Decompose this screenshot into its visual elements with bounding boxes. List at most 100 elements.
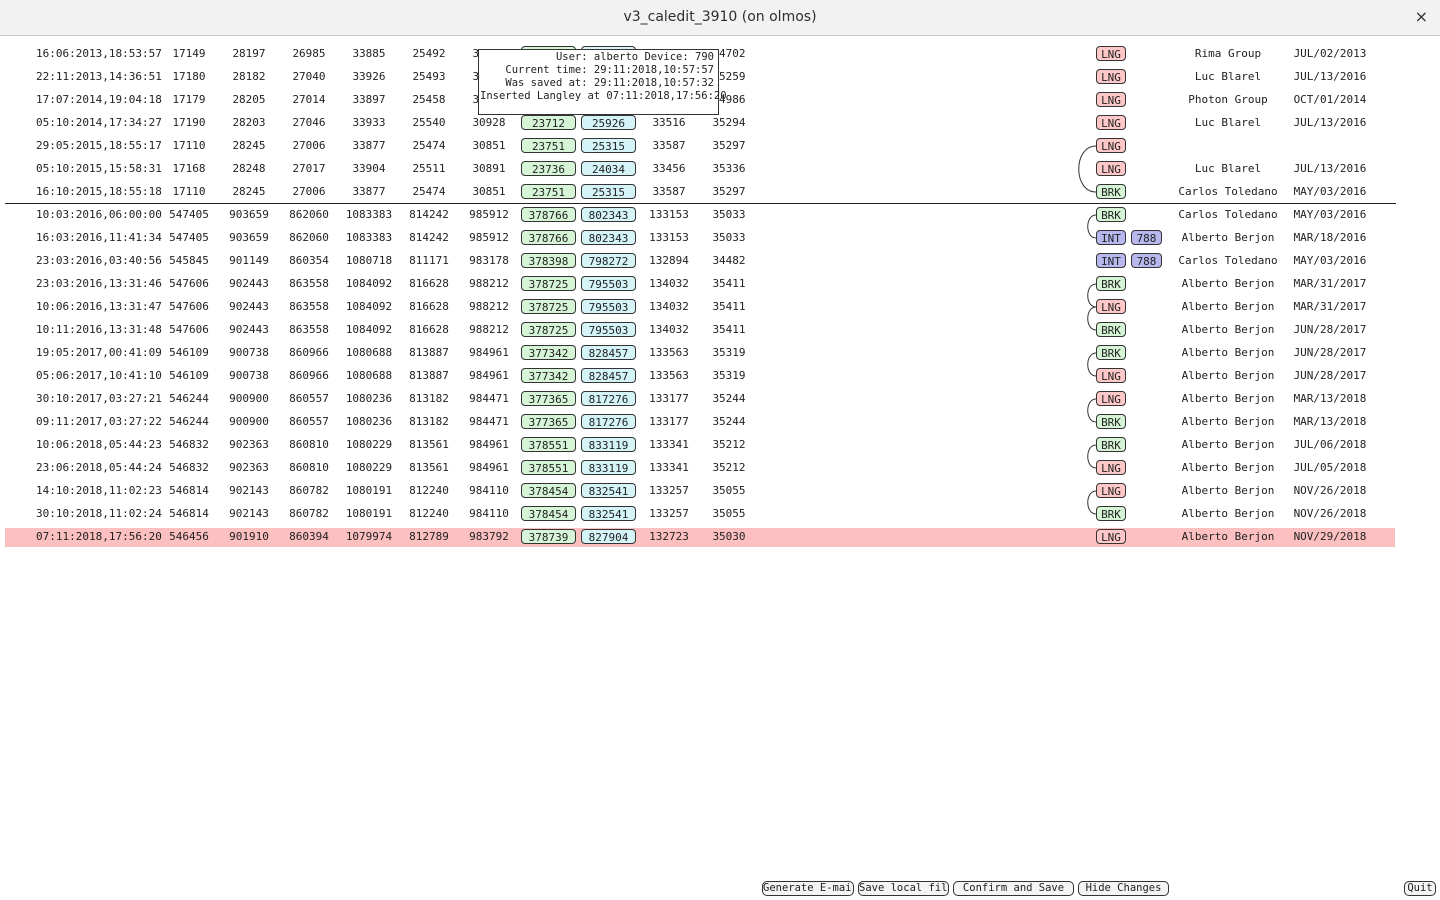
value-cell: 35244 <box>712 392 746 405</box>
blue-value-box[interactable]: 795503 <box>581 276 636 291</box>
device-badge[interactable]: 788 <box>1131 230 1162 245</box>
device-badge[interactable]: 788 <box>1131 253 1162 268</box>
type-tag[interactable]: LNG <box>1096 460 1126 475</box>
operator-name: Alberto Berjon <box>1181 346 1275 359</box>
value-cell: 35030 <box>712 530 746 543</box>
timestamp-cell: 23:03:2016,03:40:56 <box>36 254 162 267</box>
green-value-box[interactable]: 377342 <box>521 345 576 360</box>
blue-value-box[interactable]: 832541 <box>581 483 636 498</box>
confirm-and-save-button[interactable]: Confirm and Save <box>953 881 1074 896</box>
green-value-box[interactable]: 378725 <box>521 299 576 314</box>
value-cell: 35297 <box>712 139 746 152</box>
type-tag[interactable]: LNG <box>1096 69 1126 84</box>
quit-button[interactable]: Quit <box>1404 881 1436 896</box>
type-tag[interactable]: LNG <box>1096 483 1126 498</box>
window-title: v3_caledit_3910 (on olmos) <box>623 9 817 25</box>
blue-value-box[interactable]: 25926 <box>581 115 636 130</box>
type-tag[interactable]: BRK <box>1096 322 1126 337</box>
blue-value-box[interactable]: 833119 <box>581 437 636 452</box>
green-value-box[interactable]: 377342 <box>521 368 576 383</box>
blue-value-box[interactable]: 802343 <box>581 207 636 222</box>
type-tag[interactable]: LNG <box>1096 391 1126 406</box>
green-value-box[interactable]: 377365 <box>521 414 576 429</box>
type-tag[interactable]: INT <box>1096 253 1126 268</box>
type-tag[interactable]: BRK <box>1096 207 1126 222</box>
green-value-box[interactable]: 378725 <box>521 276 576 291</box>
tooltip-saved-line: Was saved at: 29:11:2018,10:57:32 <box>505 77 714 89</box>
value-cell: 985912 <box>469 231 509 244</box>
green-value-box[interactable]: 23751 <box>521 138 576 153</box>
green-value-box[interactable]: 378454 <box>521 506 576 521</box>
hide-changes-button[interactable]: Hide Changes <box>1078 881 1169 896</box>
blue-value-box[interactable]: 795503 <box>581 299 636 314</box>
green-value-box[interactable]: 378551 <box>521 437 576 452</box>
operator-name: Carlos Toledano <box>1178 254 1278 267</box>
type-tag[interactable]: LNG <box>1096 92 1126 107</box>
type-tag[interactable]: LNG <box>1096 46 1126 61</box>
green-value-box[interactable]: 23712 <box>521 115 576 130</box>
entry-date: MAR/31/2017 <box>1293 277 1367 290</box>
operator-name: Luc Blarel <box>1194 116 1262 129</box>
entry-date: JUL/02/2013 <box>1293 47 1367 60</box>
green-value-box[interactable]: 23736 <box>521 161 576 176</box>
type-tag[interactable]: LNG <box>1096 161 1126 176</box>
green-value-box[interactable]: 378725 <box>521 322 576 337</box>
blue-value-box[interactable]: 25315 <box>581 184 636 199</box>
green-value-box[interactable]: 378739 <box>521 529 576 544</box>
timestamp-cell: 05:10:2014,17:34:27 <box>36 116 162 129</box>
type-tag[interactable]: BRK <box>1096 414 1126 429</box>
type-tag[interactable]: LNG <box>1096 299 1126 314</box>
type-tag[interactable]: BRK <box>1096 506 1126 521</box>
link-bracket <box>1078 145 1097 193</box>
green-value-box[interactable]: 378551 <box>521 460 576 475</box>
blue-value-box[interactable]: 832541 <box>581 506 636 521</box>
type-tag[interactable]: LNG <box>1096 368 1126 383</box>
blue-value-box[interactable]: 25315 <box>581 138 636 153</box>
green-value-box[interactable]: 378766 <box>521 230 576 245</box>
green-value-box[interactable]: 378454 <box>521 483 576 498</box>
value-cell: 35055 <box>712 507 746 520</box>
entry-date: JUL/13/2016 <box>1293 162 1367 175</box>
timestamp-cell: 16:03:2016,11:41:34 <box>36 231 162 244</box>
operator-name <box>1168 138 1288 154</box>
generate-email-button[interactable]: Generate E-mail <box>762 881 854 896</box>
timestamp-cell: 29:05:2015,18:55:17 <box>36 139 162 152</box>
type-tag[interactable]: BRK <box>1096 276 1126 291</box>
type-tag[interactable]: BRK <box>1096 345 1126 360</box>
entry-date: JUN/28/2017 <box>1293 369 1367 382</box>
blue-value-box[interactable]: 802343 <box>581 230 636 245</box>
value-cell: 985912 <box>469 208 509 221</box>
blue-value-box[interactable]: 798272 <box>581 253 636 268</box>
blue-value-box[interactable]: 828457 <box>581 345 636 360</box>
blue-value-box[interactable]: 817276 <box>581 414 636 429</box>
value-cell: 34482 <box>712 254 746 267</box>
operator-name: Alberto Berjon <box>1181 415 1275 428</box>
operator-name: Alberto Berjon <box>1181 530 1275 543</box>
green-value-box[interactable]: 378766 <box>521 207 576 222</box>
title-bar: v3_caledit_3910 (on olmos) × <box>0 0 1440 36</box>
value-cell: 35297 <box>712 185 746 198</box>
type-tag[interactable]: INT <box>1096 230 1126 245</box>
green-value-box[interactable]: 377365 <box>521 391 576 406</box>
blue-value-box[interactable]: 827904 <box>581 529 636 544</box>
green-value-box[interactable]: 23751 <box>521 184 576 199</box>
type-tag[interactable]: LNG <box>1096 138 1126 153</box>
entry-date <box>1290 138 1370 154</box>
type-tag[interactable]: LNG <box>1096 529 1126 544</box>
blue-value-box[interactable]: 795503 <box>581 322 636 337</box>
value-cell: 984961 <box>469 369 509 382</box>
operator-name: Alberto Berjon <box>1181 438 1275 451</box>
blue-value-box[interactable]: 833119 <box>581 460 636 475</box>
green-value-box[interactable]: 378398 <box>521 253 576 268</box>
type-tag[interactable]: BRK <box>1096 437 1126 452</box>
save-local-file-button[interactable]: Save local file <box>858 881 949 896</box>
entry-date: JUN/28/2017 <box>1293 323 1367 336</box>
type-tag[interactable]: BRK <box>1096 184 1126 199</box>
blue-value-box[interactable]: 24034 <box>581 161 636 176</box>
value-cell: 35294 <box>712 116 746 129</box>
close-icon[interactable]: × <box>1415 7 1428 26</box>
type-tag[interactable]: LNG <box>1096 115 1126 130</box>
blue-value-box[interactable]: 817276 <box>581 391 636 406</box>
blue-value-box[interactable]: 828457 <box>581 368 636 383</box>
operator-name: Alberto Berjon <box>1181 277 1275 290</box>
